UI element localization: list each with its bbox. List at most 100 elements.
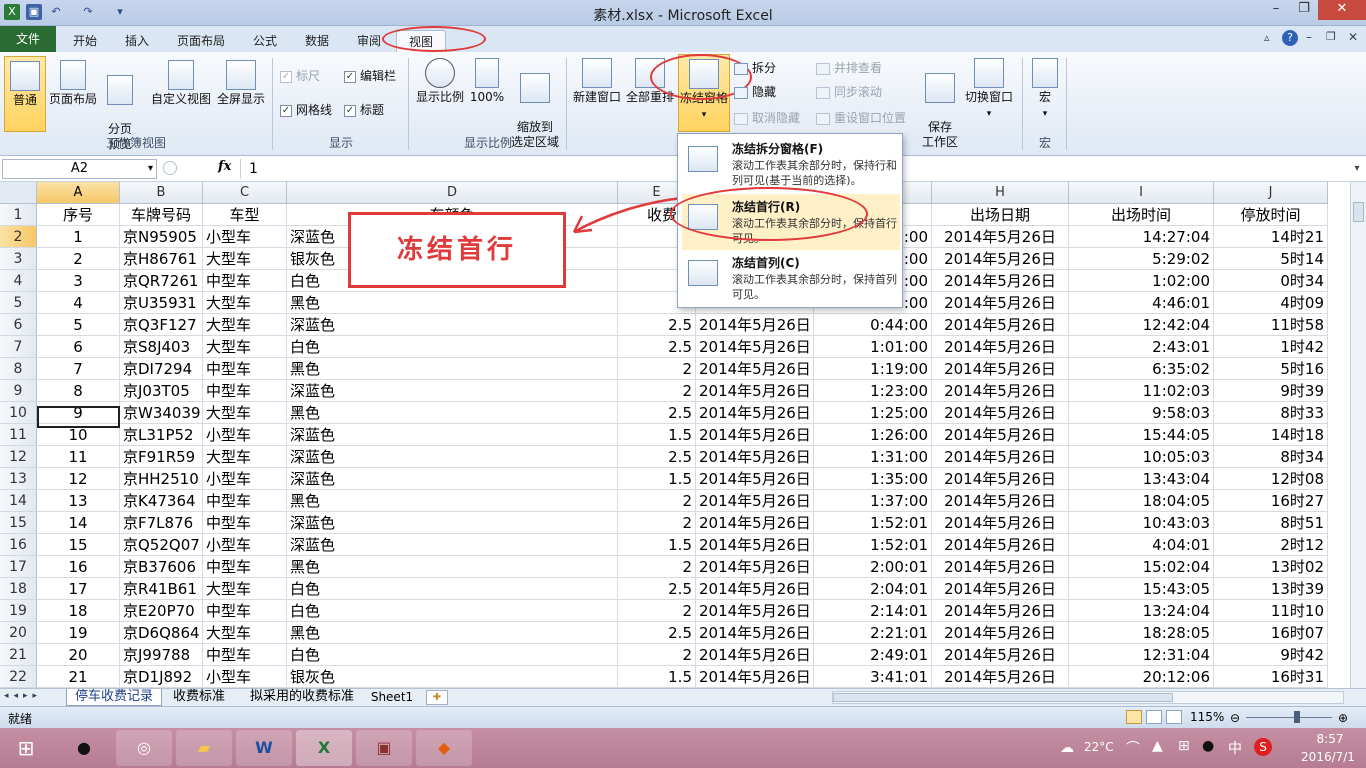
table-cell[interactable]: 11:02:03	[1069, 380, 1214, 402]
table-cell[interactable]: 京H86761	[120, 248, 203, 270]
table-cell[interactable]: 1:01:00	[814, 336, 932, 358]
table-cell[interactable]: 京D6Q864	[120, 622, 203, 644]
zoom-button[interactable]: 显示比例	[414, 58, 466, 128]
table-cell[interactable]: 2014年5月26日	[932, 292, 1069, 314]
ruler-checkbox[interactable]: ✓ 标尺	[280, 66, 320, 86]
table-cell[interactable]: 1:26:00	[814, 424, 932, 446]
tab-data[interactable]: 数据	[294, 30, 340, 52]
table-cell[interactable]: 13时39	[1214, 578, 1328, 600]
table-cell[interactable]: 2014年5月26日	[696, 446, 814, 468]
normal-view-button[interactable]: 普通	[4, 56, 46, 132]
qq-tray-icon[interactable]: ●	[1202, 738, 1214, 754]
table-cell[interactable]: 小型车	[203, 534, 287, 556]
table-cell[interactable]: 17	[37, 578, 120, 600]
start-icon[interactable]: ⊞	[2, 730, 50, 766]
help-icon[interactable]: ?	[1282, 30, 1298, 46]
table-cell[interactable]: 京K47364	[120, 490, 203, 512]
table-cell[interactable]: 小型车	[203, 424, 287, 446]
table-cell[interactable]: 4:46:01	[1069, 292, 1214, 314]
table-cell[interactable]: 5时14	[1214, 248, 1328, 270]
table-cell[interactable]: 中型车	[203, 490, 287, 512]
table-cell[interactable]: 2	[618, 556, 696, 578]
table-cell[interactable]: 2014年5月26日	[696, 358, 814, 380]
excel-taskbar-icon[interactable]: X	[296, 730, 352, 766]
table-cell[interactable]: 1:52:01	[814, 534, 932, 556]
table-cell[interactable]: 1	[37, 226, 120, 248]
table-cell[interactable]: 京Q52Q07	[120, 534, 203, 556]
header-cell[interactable]: 出场时间	[1069, 204, 1214, 226]
save-workspace-button[interactable]: 保存 工作区	[918, 58, 962, 149]
table-cell[interactable]: 2:14:01	[814, 600, 932, 622]
table-cell[interactable]: 深蓝色	[287, 512, 618, 534]
zoom-level[interactable]: 115%	[1190, 710, 1224, 724]
table-cell[interactable]: 3	[37, 270, 120, 292]
table-cell[interactable]: 京F7L876	[120, 512, 203, 534]
table-cell[interactable]: 2014年5月26日	[932, 424, 1069, 446]
table-cell[interactable]: 8	[37, 380, 120, 402]
row-header[interactable]: 14	[0, 490, 37, 512]
table-cell[interactable]: 大型车	[203, 578, 287, 600]
workbook-close-icon[interactable]: ✕	[1348, 30, 1358, 44]
table-cell[interactable]: 中型车	[203, 556, 287, 578]
table-cell[interactable]: 2014年5月26日	[696, 402, 814, 424]
table-cell[interactable]: 13:43:04	[1069, 468, 1214, 490]
table-cell[interactable]: 2014年5月26日	[932, 468, 1069, 490]
table-cell[interactable]: 9时42	[1214, 644, 1328, 666]
row-header[interactable]: 13	[0, 468, 37, 490]
table-cell[interactable]: 2014年5月26日	[932, 490, 1069, 512]
macros-button[interactable]: 宏 ▾	[1028, 58, 1062, 132]
row-header[interactable]: 2	[0, 226, 37, 248]
table-cell[interactable]: 2.5	[618, 622, 696, 644]
clock-date[interactable]: 2016/7/1	[1290, 750, 1366, 764]
table-cell[interactable]: 中型车	[203, 512, 287, 534]
table-cell[interactable]: 小型车	[203, 666, 287, 688]
table-cell[interactable]: 2014年5月26日	[932, 358, 1069, 380]
wifi-icon[interactable]: ⌒	[1126, 738, 1140, 758]
table-cell[interactable]: 15:02:04	[1069, 556, 1214, 578]
table-cell[interactable]: 京N95905	[120, 226, 203, 248]
workbook-minimize-icon[interactable]: –	[1306, 30, 1312, 44]
row-header[interactable]: 1	[0, 204, 37, 226]
table-cell[interactable]: 2	[618, 490, 696, 512]
table-cell[interactable]: 12:31:04	[1069, 644, 1214, 666]
table-cell[interactable]: 8时33	[1214, 402, 1328, 424]
formula-expand-icon[interactable]	[163, 161, 177, 175]
table-cell[interactable]: 20:12:06	[1069, 666, 1214, 688]
row-header[interactable]: 22	[0, 666, 37, 688]
zoom-to-selection-button[interactable]: 缩放到 选定区域	[508, 58, 562, 149]
column-header[interactable]: H	[932, 182, 1069, 204]
table-cell[interactable]: 白色	[287, 600, 618, 622]
menu-item-freeze-panes[interactable]: 冻结拆分窗格(F) 滚动工作表其余部分时，保持行和列可见(基于当前的选择)。	[682, 136, 900, 192]
vertical-scrollbar[interactable]	[1350, 182, 1366, 688]
collapse-ribbon-icon[interactable]: ▵	[1264, 31, 1278, 45]
table-cell[interactable]: 2014年5月26日	[932, 512, 1069, 534]
table-cell[interactable]: 1:52:01	[814, 512, 932, 534]
table-cell[interactable]: 2:04:01	[814, 578, 932, 600]
table-cell[interactable]: 深蓝色	[287, 534, 618, 556]
table-cell[interactable]: 2.5	[618, 336, 696, 358]
table-cell[interactable]: 20	[37, 644, 120, 666]
table-cell[interactable]: 京D1J892	[120, 666, 203, 688]
table-cell[interactable]: 1:37:00	[814, 490, 932, 512]
table-cell[interactable]: 3:41:01	[814, 666, 932, 688]
table-cell[interactable]: 黑色	[287, 556, 618, 578]
sheet-tab[interactable]: Sheet1	[368, 689, 416, 706]
table-cell[interactable]: 14时18	[1214, 424, 1328, 446]
zoom-slider-track[interactable]	[1246, 717, 1332, 718]
table-cell[interactable]: 大型车	[203, 248, 287, 270]
table-cell[interactable]: 2014年5月26日	[696, 512, 814, 534]
table-cell[interactable]: 京U35931	[120, 292, 203, 314]
file-explorer-icon[interactable]: ▰	[176, 730, 232, 766]
table-cell[interactable]: 2:43:01	[1069, 336, 1214, 358]
table-cell[interactable]: 白色	[287, 644, 618, 666]
table-cell[interactable]: 2014年5月26日	[696, 380, 814, 402]
table-cell[interactable]: 18:04:05	[1069, 490, 1214, 512]
table-cell[interactable]: 小型车	[203, 468, 287, 490]
table-cell[interactable]: 16时07	[1214, 622, 1328, 644]
restore-button[interactable]: ❐	[1290, 0, 1318, 20]
table-cell[interactable]: 5时16	[1214, 358, 1328, 380]
split-button[interactable]: 拆分	[734, 58, 776, 78]
photo-app-icon[interactable]: ▣	[356, 730, 412, 766]
row-header[interactable]: 17	[0, 556, 37, 578]
table-cell[interactable]: 2014年5月26日	[932, 446, 1069, 468]
